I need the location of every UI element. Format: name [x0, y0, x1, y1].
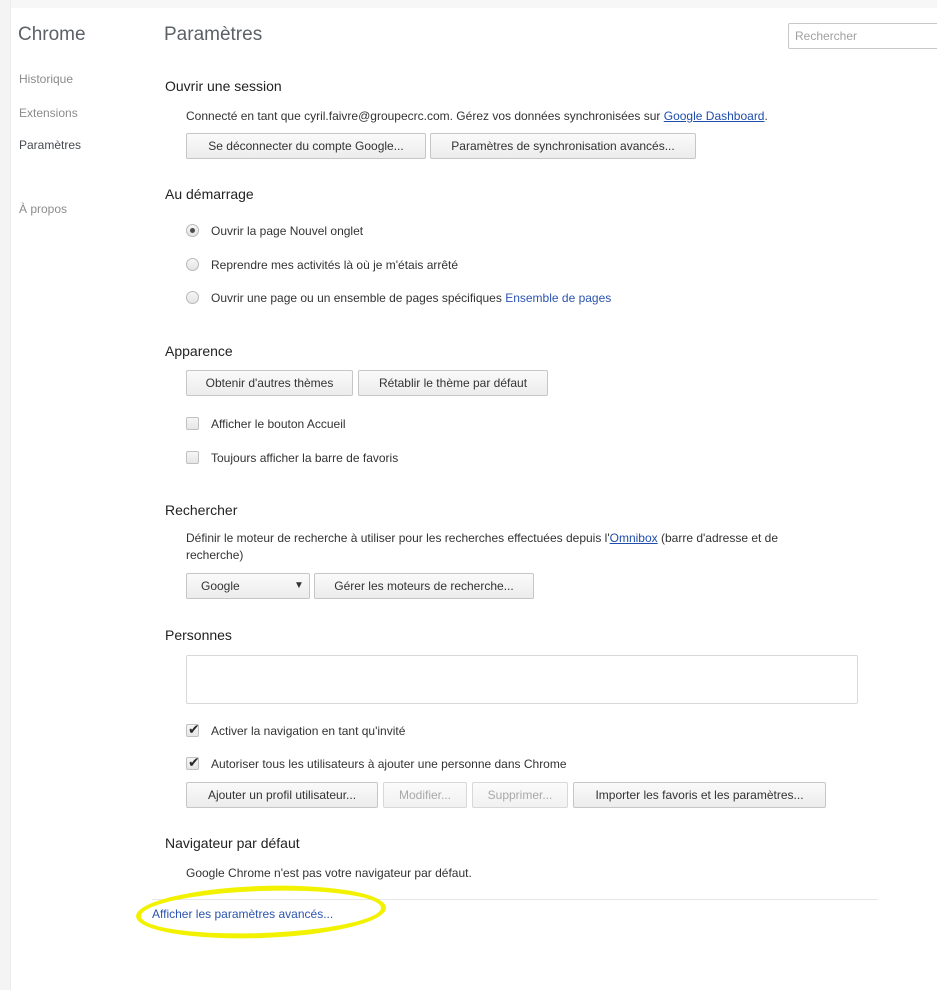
- add-profile-button[interactable]: Ajouter un profil utilisateur...: [186, 782, 378, 808]
- section-title-search: Rechercher: [165, 502, 238, 518]
- allow-add-person-checkbox[interactable]: ✔: [186, 754, 200, 770]
- search-engine-selected: Google: [201, 579, 240, 593]
- checkbox-label: Autoriser tous les utilisateurs à ajoute…: [211, 757, 567, 771]
- show-home-button-checkbox[interactable]: [186, 417, 199, 430]
- page-title: Paramètres: [164, 24, 263, 45]
- search-description-prefix: Définir le moteur de recherche à utilise…: [186, 531, 610, 545]
- search-description-suffix: (barre d'adresse et de: [657, 531, 779, 545]
- checkbox-label: Activer la navigation en tant qu'invité: [211, 724, 406, 738]
- section-title-appearance: Apparence: [165, 343, 233, 359]
- delete-profile-button[interactable]: Supprimer...: [472, 782, 568, 808]
- dropdown-arrow-icon: ▼: [294, 580, 304, 591]
- search-description-line2: recherche): [186, 548, 244, 562]
- guest-browsing-checkbox[interactable]: ✔: [186, 721, 200, 737]
- search-input[interactable]: [788, 23, 937, 49]
- section-title-startup: Au démarrage: [165, 186, 254, 202]
- edit-profile-button[interactable]: Modifier...: [383, 782, 467, 808]
- import-bookmarks-button[interactable]: Importer les favoris et les paramètres..…: [573, 782, 826, 808]
- checkbox-label: Toujours afficher la barre de favoris: [211, 451, 399, 465]
- checkmark-icon: ✔: [188, 721, 200, 737]
- sidebar-item-extensions[interactable]: Extensions: [19, 106, 78, 120]
- profile-list[interactable]: [186, 655, 858, 704]
- signin-status-text: Connecté en tant que cyril.faivre@groupe…: [186, 109, 768, 123]
- startup-radio-resume[interactable]: [186, 258, 199, 271]
- get-themes-button[interactable]: Obtenir d'autres thèmes: [186, 370, 353, 396]
- startup-option-label-text: Ouvrir une page ou un ensemble de pages …: [211, 291, 502, 305]
- search-description: Définir le moteur de recherche à utilise…: [186, 531, 778, 545]
- advanced-sync-button[interactable]: Paramètres de synchronisation avancés...: [430, 133, 696, 159]
- startup-option-label: Ouvrir la page Nouvel onglet: [211, 224, 364, 238]
- sidebar-item-historique[interactable]: Historique: [19, 72, 73, 86]
- settings-page: Chrome Historique Extensions Paramètres …: [0, 0, 937, 990]
- disconnect-google-button[interactable]: Se déconnecter du compte Google...: [186, 133, 426, 159]
- page-set-link[interactable]: Ensemble de pages: [505, 291, 611, 305]
- window-left-edge: [0, 0, 11, 990]
- sidebar-item-parametres[interactable]: Paramètres: [19, 138, 81, 152]
- section-title-signin: Ouvrir une session: [165, 78, 282, 94]
- yellow-highlight-annotation: [135, 881, 387, 943]
- checkbox-label: Afficher le bouton Accueil: [211, 417, 346, 431]
- startup-option-label: Reprendre mes activités là où je m'étais…: [211, 258, 459, 272]
- startup-option-label: Ouvrir une page ou un ensemble de pages …: [211, 291, 611, 305]
- reset-theme-button[interactable]: Rétablir le thème par défaut: [358, 370, 548, 396]
- sidebar-item-a-propos[interactable]: À propos: [19, 202, 67, 216]
- startup-radio-specific-pages[interactable]: [186, 291, 199, 304]
- window-top-edge: [0, 0, 937, 8]
- manage-search-engines-button[interactable]: Gérer les moteurs de recherche...: [314, 573, 534, 599]
- show-bookmarks-bar-checkbox[interactable]: [186, 451, 199, 464]
- signin-status-prefix: Connecté en tant que cyril.faivre@groupe…: [186, 109, 664, 123]
- startup-radio-new-tab[interactable]: [186, 224, 199, 237]
- sidebar-brand: Chrome: [18, 24, 86, 45]
- google-dashboard-link[interactable]: Google Dashboard: [664, 109, 765, 123]
- section-title-default-browser: Navigateur par défaut: [165, 835, 300, 851]
- search-engine-select[interactable]: Google ▼: [186, 573, 310, 599]
- section-title-people: Personnes: [165, 627, 232, 643]
- omnibox-link[interactable]: Omnibox: [610, 531, 658, 545]
- signin-status-suffix: .: [764, 109, 768, 123]
- default-browser-status: Google Chrome n'est pas votre navigateur…: [186, 866, 472, 880]
- checkmark-icon: ✔: [188, 754, 200, 770]
